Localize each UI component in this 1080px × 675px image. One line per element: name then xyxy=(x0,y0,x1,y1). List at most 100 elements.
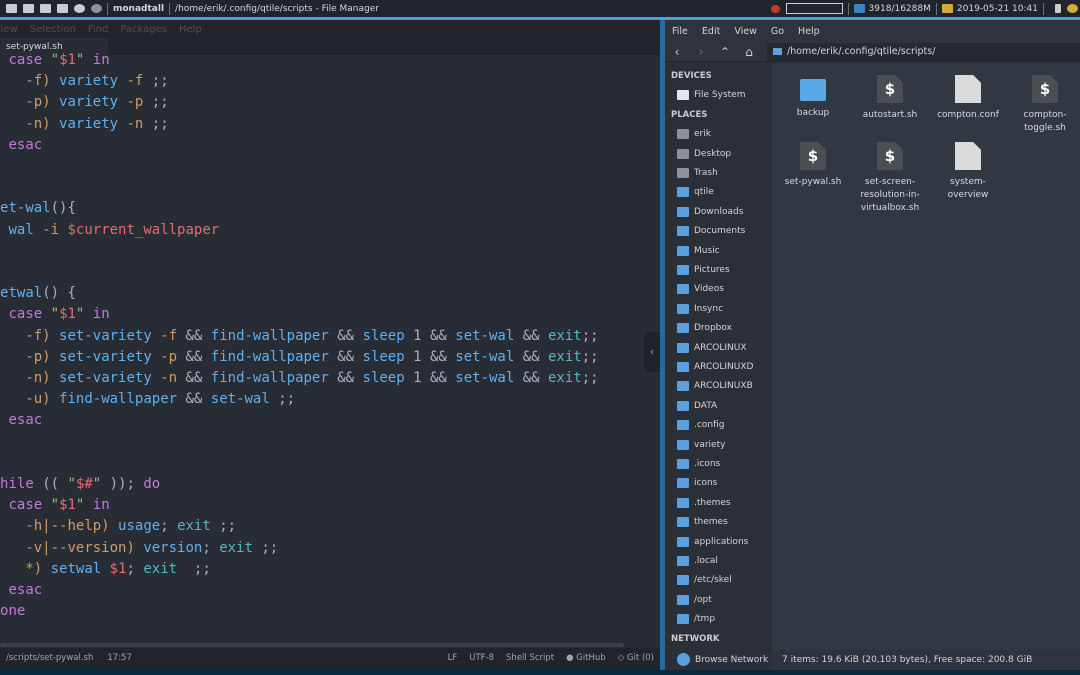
file-path[interactable]: /scripts/set-pywal.sh xyxy=(6,653,93,663)
sidebar-item-arcolinuxb[interactable]: ARCOLINUXB xyxy=(677,381,753,392)
up-icon[interactable]: ⌃ xyxy=(713,45,737,59)
menu-item-find[interactable]: Find xyxy=(88,24,109,35)
code-line: -f) set-variety -f && find-wallpaper && … xyxy=(0,326,598,347)
sidebar-item-label: /opt xyxy=(694,594,712,605)
code-token: usage xyxy=(118,518,161,535)
sidebar-item-erik[interactable]: erik xyxy=(677,129,711,140)
code-token: find-wallpaper xyxy=(59,391,178,408)
sidebar-item-tmp[interactable]: /tmp xyxy=(677,614,715,625)
file-item[interactable]: $ autostart.sh xyxy=(852,75,928,122)
folder-icon xyxy=(677,284,689,295)
forward-icon[interactable]: › xyxy=(689,45,713,59)
sidebar-item-browsenetwork[interactable]: Browse Network xyxy=(677,653,768,666)
code-token: $1 xyxy=(59,306,76,323)
sidebar-item-insync[interactable]: Insync xyxy=(677,303,723,314)
code-token: exit xyxy=(219,539,253,556)
sidebar-item-documents[interactable]: Documents xyxy=(677,226,745,237)
file-item[interactable]: system-overview xyxy=(930,142,1006,202)
file-item[interactable]: $ set-screen-resolution-in-virtualbox.sh xyxy=(852,142,928,215)
sidebar-item-icons[interactable]: .icons xyxy=(677,459,720,469)
video-icon[interactable] xyxy=(23,4,34,13)
sidebar-item-downloads[interactable]: Downloads xyxy=(677,206,743,217)
sidebar-item-desktop[interactable]: Desktop xyxy=(677,148,731,159)
git-button[interactable]: ◇ Git (0) xyxy=(618,653,654,663)
divider xyxy=(1043,2,1044,15)
menu-item-packages[interactable]: Packages xyxy=(120,24,167,35)
sidebar-item-config[interactable]: .config xyxy=(677,420,724,431)
dock-toggle-button[interactable]: ‹ xyxy=(644,332,660,372)
fm-toolbar: ‹ › ⌃ ⌂ /home/erik/.config/qtile/scripts… xyxy=(665,42,1080,62)
menu-item-help[interactable]: Help xyxy=(179,24,202,35)
update-icon[interactable] xyxy=(1067,4,1078,13)
sidebar-item-arcolinux[interactable]: ARCOLINUX xyxy=(677,342,746,353)
code-line: *) setwal $1; exit ;; xyxy=(0,559,599,580)
systray-icon[interactable] xyxy=(1055,4,1061,13)
encoding[interactable]: UTF-8 xyxy=(469,653,494,663)
code-token: exit xyxy=(548,327,582,344)
sidebar-item-dropbox[interactable]: Dropbox xyxy=(677,323,732,334)
home-icon[interactable]: ⌂ xyxy=(737,45,761,59)
file-item[interactable]: backup xyxy=(775,75,851,120)
code-line: -n) variety -n ;; xyxy=(0,114,599,135)
fm-menu-view[interactable]: View xyxy=(734,26,757,37)
sidebar-item-filesystem[interactable]: File System xyxy=(677,90,745,101)
sidebar-item-opt[interactable]: /opt xyxy=(677,594,712,605)
code-area[interactable]: case "$1" in -f) variety -f ;; -p) varie… xyxy=(0,50,599,622)
file-item[interactable]: $ compton-toggle.sh xyxy=(1007,75,1080,135)
fm-menu-help[interactable]: Help xyxy=(798,26,820,37)
folder-icon xyxy=(677,614,689,625)
sidebar-item-music[interactable]: Music xyxy=(677,245,720,256)
code-token: 1 xyxy=(404,348,430,365)
code-token: " xyxy=(50,52,60,68)
menu-item-selection[interactable]: Selection xyxy=(30,24,76,35)
script-file-icon: $ xyxy=(800,142,826,170)
section-devices: DEVICES xyxy=(671,71,712,81)
sidebar-item-variety[interactable]: variety xyxy=(677,439,725,450)
sidebar-item-themes[interactable]: .themes xyxy=(677,497,731,508)
sidebar-item-trash[interactable]: Trash xyxy=(677,168,718,178)
divider xyxy=(935,2,937,15)
paw-icon[interactable] xyxy=(91,4,102,13)
sidebar-item-videos[interactable]: Videos xyxy=(677,284,724,295)
code-token: ;; xyxy=(143,73,169,90)
sidebar-item-applications[interactable]: applications xyxy=(677,536,748,547)
menu-item-view[interactable]: View xyxy=(0,24,18,35)
code-token: variety xyxy=(59,73,119,90)
cursor-position[interactable]: 17:57 xyxy=(107,653,132,663)
file-item[interactable]: compton.conf xyxy=(930,75,1006,122)
horizontal-scrollbar[interactable] xyxy=(0,643,624,647)
back-icon[interactable]: ‹ xyxy=(665,45,689,59)
atom-editor-window: ViewSelectionFindPackagesHelp set-pywal.… xyxy=(0,20,660,668)
fm-menu-go[interactable]: Go xyxy=(771,26,784,37)
folder-icon[interactable] xyxy=(57,4,68,13)
line-ending[interactable]: LF xyxy=(448,653,458,663)
sidebar-item-pictures[interactable]: Pictures xyxy=(677,265,730,275)
file-item[interactable]: $ set-pywal.sh xyxy=(775,142,851,189)
sidebar-item-qtile[interactable]: qtile xyxy=(677,187,714,198)
sidebar-item-local[interactable]: .local xyxy=(677,556,718,566)
fm-menu-edit[interactable]: Edit xyxy=(702,26,720,37)
code-token: esac xyxy=(8,412,43,429)
code-token: && xyxy=(185,370,211,387)
fm-menu-file[interactable]: File xyxy=(672,26,688,37)
sidebar-item-arcolinuxd[interactable]: ARCOLINUXD xyxy=(677,362,753,372)
script-file-icon: $ xyxy=(877,142,903,170)
memory-icon xyxy=(853,4,865,13)
image-icon[interactable] xyxy=(6,4,17,13)
code-token: -p) xyxy=(25,348,51,365)
code-token: && xyxy=(328,327,363,344)
folder-icon xyxy=(773,48,782,55)
folder-icon xyxy=(677,556,689,566)
github-button[interactable]: ● GitHub xyxy=(566,653,606,663)
telegram-icon[interactable] xyxy=(74,4,85,13)
sidebar-item-themes[interactable]: themes xyxy=(677,517,728,528)
sidebar-item-etcskel[interactable]: /etc/skel xyxy=(677,575,732,586)
sidebar-item-data[interactable]: DATA xyxy=(677,400,717,411)
location-bar[interactable]: /home/erik/.config/qtile/scripts/ xyxy=(767,42,1080,61)
sidebar-item-icons[interactable]: icons xyxy=(677,478,717,489)
grammar[interactable]: Shell Script xyxy=(506,653,554,663)
laptop-icon[interactable] xyxy=(40,4,51,13)
code-token: (){ xyxy=(50,200,76,217)
